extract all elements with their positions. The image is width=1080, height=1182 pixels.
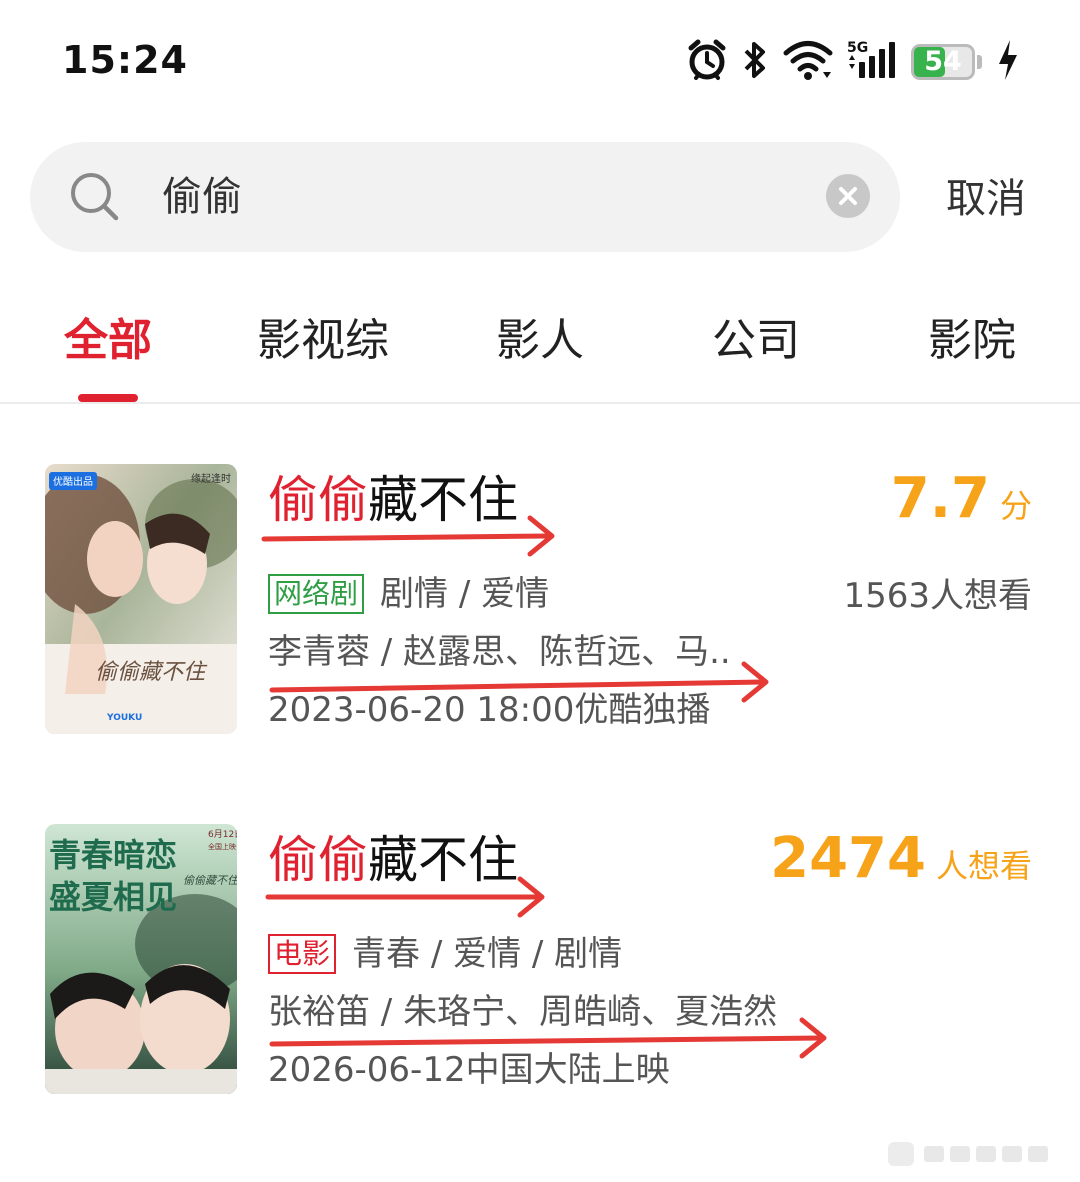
watermark-bars (888, 1142, 1048, 1166)
cancel-button[interactable]: 取消 (946, 172, 1026, 226)
tab-companies[interactable]: 公司 (712, 312, 800, 370)
wifi-icon (783, 38, 833, 86)
category-tabs: 全部 影视综 影人 公司 影院 (0, 300, 1080, 404)
status-time: 15:24 (62, 38, 188, 82)
alarm-icon (687, 38, 727, 86)
tab-people[interactable]: 影人 (496, 312, 584, 370)
status-bar: 15:24 5G 54 (0, 0, 1080, 120)
search-icon (71, 173, 119, 221)
battery-nub (977, 55, 982, 69)
cellular-signal-icon: 5G (847, 38, 897, 86)
bluetooth-icon (741, 38, 769, 86)
annotation-arrow (265, 876, 827, 1059)
annotation-arrow (261, 515, 769, 703)
clear-search-icon[interactable] (826, 174, 870, 218)
search-input[interactable]: 偷偷 (162, 170, 242, 224)
status-icons: 5G 54 (687, 38, 1020, 86)
tab-film-tv-variety[interactable]: 影视综 (257, 312, 389, 370)
network-type-label: 5G (847, 40, 868, 56)
battery-level: 54 (924, 46, 962, 77)
tab-all[interactable]: 全部 (64, 312, 152, 370)
search-box[interactable]: 偷偷 (30, 142, 900, 252)
battery-indicator: 54 (911, 44, 975, 80)
charging-icon (996, 38, 1020, 86)
active-tab-indicator (78, 394, 138, 402)
tab-cinemas[interactable]: 影院 (928, 312, 1016, 370)
search-result-item[interactable]: 青春暗恋 盛夏相见 6月12日 全国上映 偷偷藏不住 偷偷藏不住 2474人想看… (0, 824, 1080, 1096)
search-result-item[interactable]: 优酷出品 缘起逢时 偷偷藏不住 YOUKU 偷偷藏不住 7.7 分 网络剧 剧情 … (0, 464, 1080, 736)
